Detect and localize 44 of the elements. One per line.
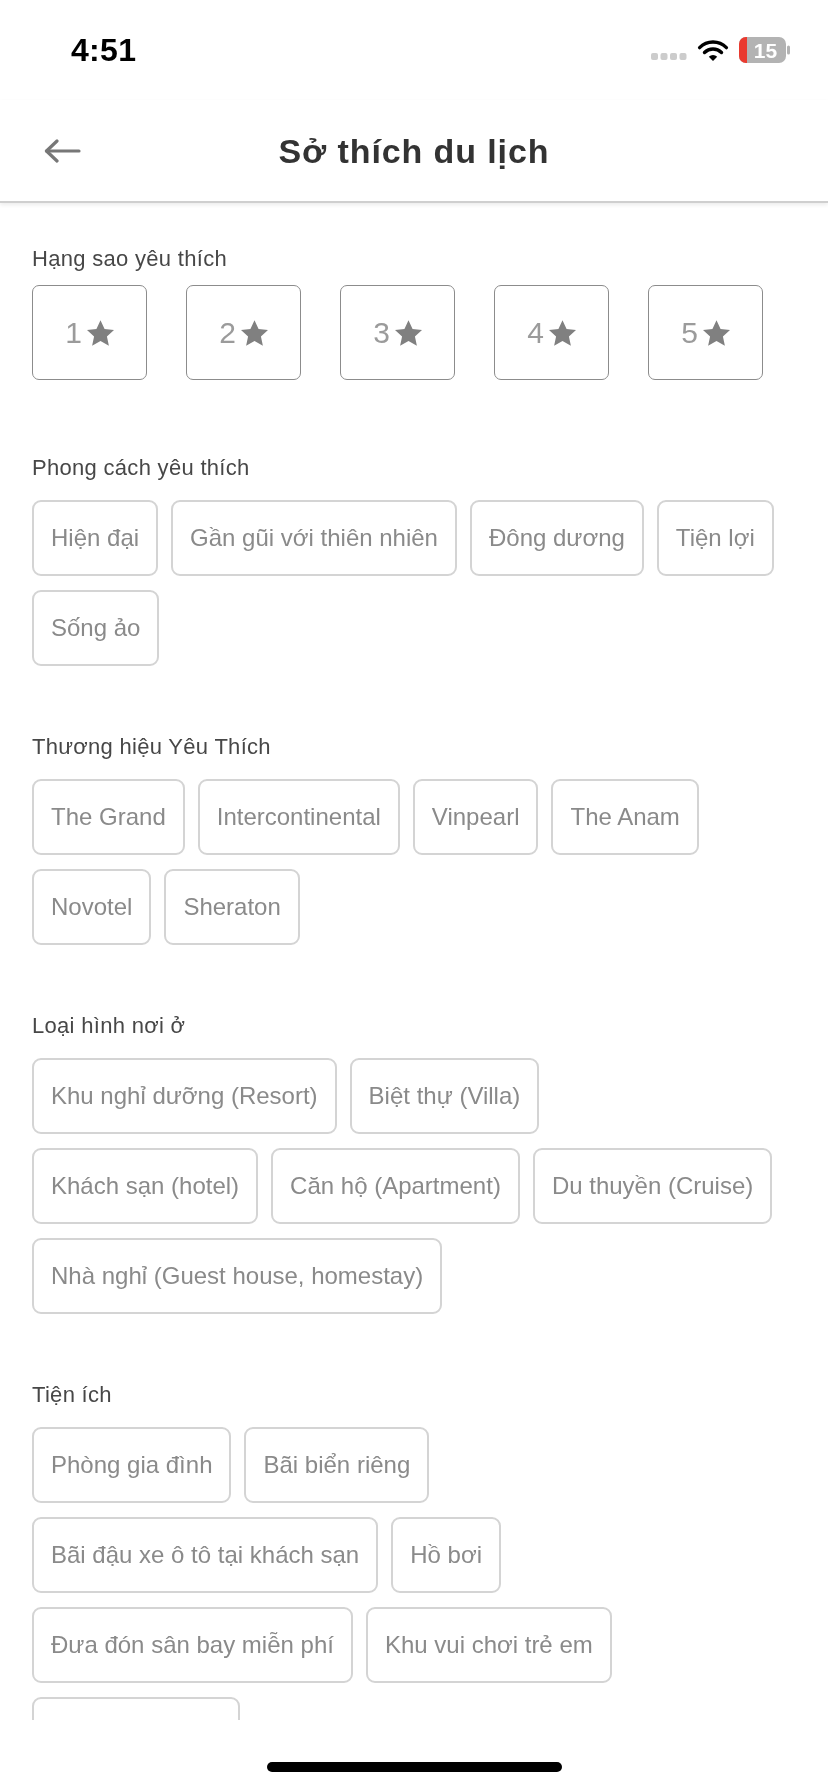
cellular-signal-icon <box>651 52 687 60</box>
section-label: Tiện ích <box>32 1382 113 1408</box>
section-label: Phong cách yêu thích <box>32 455 251 481</box>
star-rating-button[interactable]: 1 <box>32 285 147 380</box>
back-arrow-icon[interactable] <box>44 138 81 163</box>
battery-indicator: 15 <box>739 37 790 63</box>
star-icon <box>394 319 422 346</box>
option-chip[interactable]: Hồ bơi <box>391 1517 501 1593</box>
page-title: Sở thích du lịch <box>278 130 550 171</box>
section-label: Loại hình nơi ở <box>32 1013 187 1039</box>
star-rating-button[interactable]: 5 <box>648 285 763 380</box>
status-time: 4:51 <box>71 32 137 68</box>
option-chip[interactable]: Vinpearl <box>412 779 539 855</box>
option-chip[interactable]: Du thuyền (Cruise) <box>532 1148 773 1224</box>
option-chip[interactable]: Khách sạn (hotel) <box>32 1148 259 1224</box>
option-chip[interactable]: Đưa đón sân bay miễn phí <box>32 1607 353 1683</box>
option-chip[interactable]: The Grand <box>32 779 185 855</box>
option-chip[interactable]: Nhà nghỉ (Guest house, homestay) <box>32 1238 443 1314</box>
option-chip[interactable]: Sống ảo <box>32 590 160 666</box>
option-chip[interactable]: Gần gũi với thiên nhiên <box>171 500 457 576</box>
section-label: Thương hiệu Yêu Thích <box>32 734 272 760</box>
option-chip[interactable]: Novotel <box>32 869 152 945</box>
option-chip[interactable]: Bãi biển riêng <box>244 1427 430 1503</box>
star-icon <box>86 319 114 346</box>
option-chip[interactable]: The Anam <box>551 779 699 855</box>
option-chip[interactable]: Hiện đại <box>32 500 159 576</box>
option-chip[interactable]: Tiện lợi <box>656 500 774 576</box>
star-icon <box>240 319 268 346</box>
option-chip[interactable]: Đông dương <box>469 500 644 576</box>
star-rating-button[interactable]: 4 <box>494 285 609 380</box>
option-chip[interactable]: Sheraton <box>164 869 300 945</box>
star-rating-button[interactable]: 3 <box>340 285 455 380</box>
star-icon <box>702 319 730 346</box>
option-chip[interactable]: Bãi đậu xe ô tô tại khách sạn <box>32 1517 379 1593</box>
star-icon <box>548 319 576 346</box>
option-chip[interactable]: Khu vui chơi trẻ em <box>365 1607 612 1683</box>
option-chip[interactable]: Intercontinental <box>197 779 400 855</box>
wifi-icon <box>697 38 729 62</box>
section-label: Hạng sao yêu thích <box>32 246 228 272</box>
option-chip[interactable]: Khu nghỉ dưỡng (Resort) <box>32 1058 337 1134</box>
star-rating-button[interactable]: 2 <box>186 285 301 380</box>
option-chip[interactable]: Phòng gia đình <box>32 1427 232 1503</box>
option-chip[interactable]: Biệt thự (Villa) <box>349 1058 540 1134</box>
option-chip[interactable]: Căn hộ (Apartment) <box>271 1148 520 1224</box>
